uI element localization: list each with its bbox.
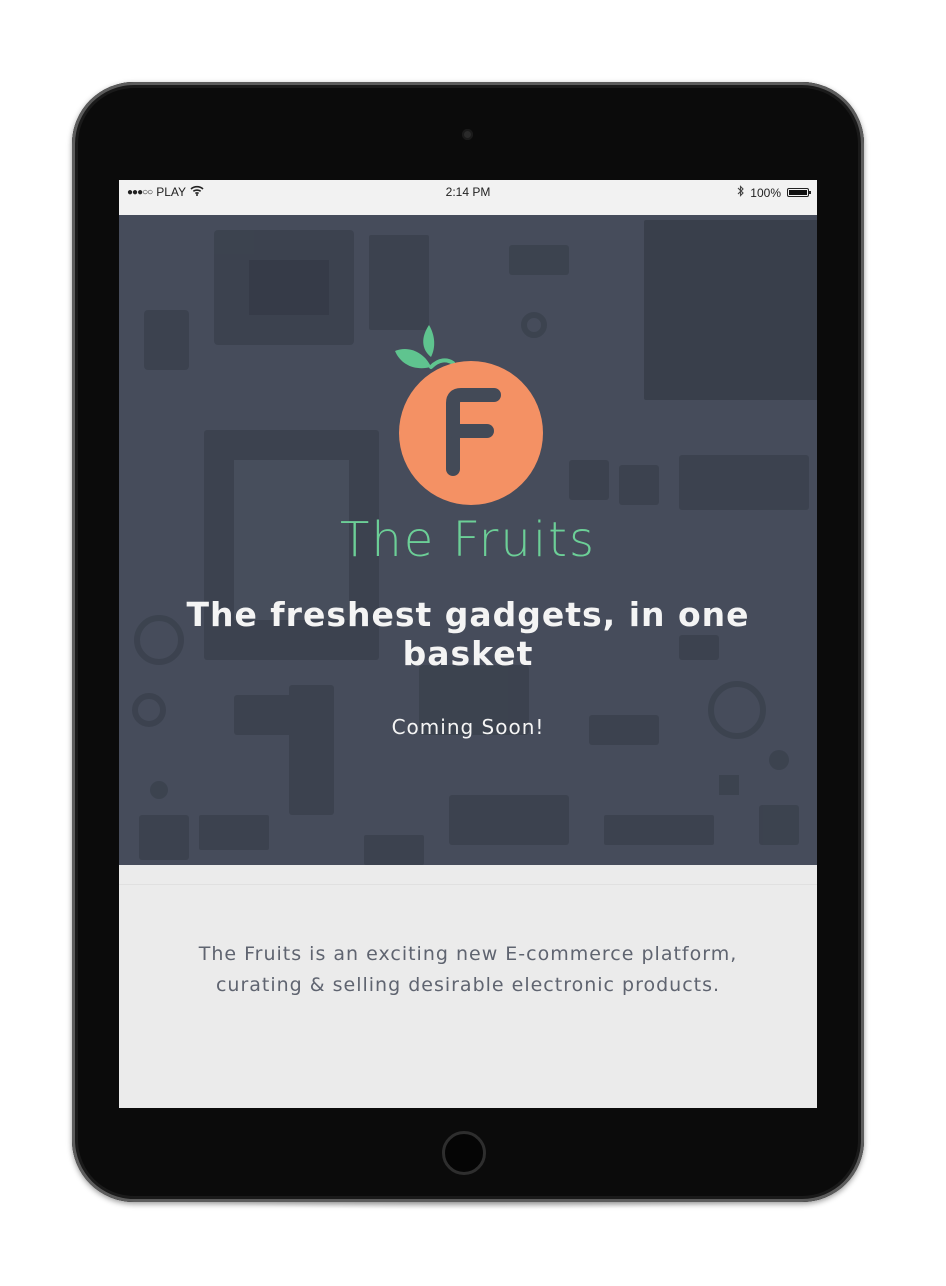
fruit-logo-icon (395, 325, 543, 505)
status-right: 100% (737, 185, 811, 200)
camera-icon (462, 129, 473, 140)
status-time: 2:14 PM (445, 185, 491, 199)
about-line-2: curating & selling desirable electronic … (215, 974, 721, 996)
screen: ●●●○○ PLAY 2:14 PM 100% The Fruits The f… (119, 180, 817, 1108)
about-text: The Fruits is an exciting new E-commerce… (149, 939, 787, 1001)
hero-section: The Fruits The freshest gadgets, in one … (119, 215, 817, 865)
about-line-1: The Fruits is an exciting new E-commerce… (198, 943, 738, 965)
tagline: The freshest gadgets, in one basket (186, 595, 750, 673)
home-button[interactable] (442, 1131, 486, 1175)
divider (119, 884, 817, 885)
stage: ●●●○○ PLAY 2:14 PM 100% The Fruits The f… (0, 0, 946, 1286)
status-bar: ●●●○○ PLAY 2:14 PM 100% (119, 180, 817, 215)
battery-icon (787, 188, 811, 197)
about-section: The Fruits is an exciting new E-commerce… (119, 865, 817, 1108)
bluetooth-icon (737, 185, 745, 200)
brand-title: The Fruits (340, 512, 596, 568)
coming-soon-label: Coming Soon! (391, 715, 545, 739)
tablet-frame: ●●●○○ PLAY 2:14 PM 100% The Fruits The f… (72, 82, 864, 1202)
battery-percent: 100% (750, 185, 781, 200)
